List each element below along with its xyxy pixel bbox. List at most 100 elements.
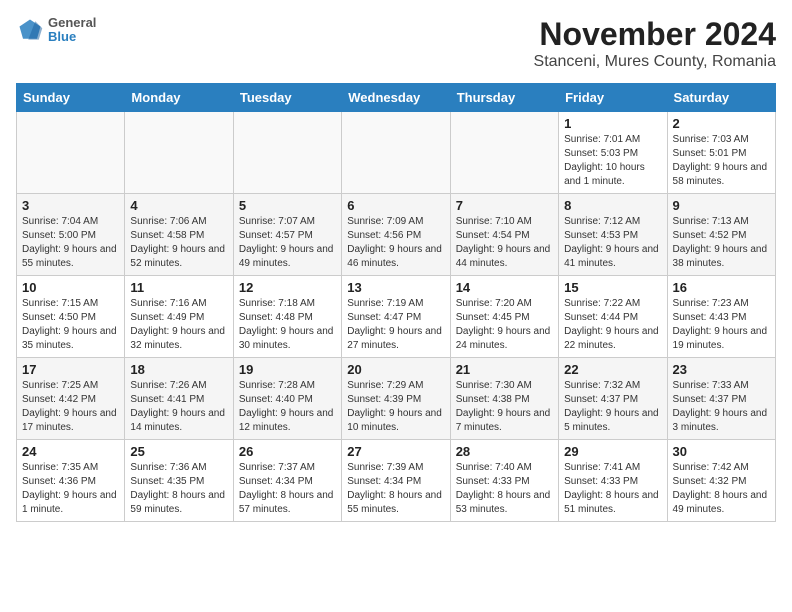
day-number: 18 [130,362,227,377]
day-info: Sunrise: 7:33 AM Sunset: 4:37 PM Dayligh… [673,379,770,435]
header: General Blue November 2024 Stanceni, Mur… [16,16,776,71]
day-number: 4 [130,198,227,213]
day-info: Sunrise: 7:23 AM Sunset: 4:43 PM Dayligh… [673,297,770,353]
day-number: 23 [673,362,770,377]
day-cell: 1 Sunrise: 7:01 AM Sunset: 5:03 PM Daylig… [559,112,667,194]
day-number: 5 [239,198,336,213]
header-saturday: Saturday [667,84,775,112]
calendar-title: November 2024 [534,16,776,53]
day-cell: 30 Sunrise: 7:42 AM Sunset: 4:32 PM Dayli… [667,440,775,522]
day-info: Sunrise: 7:03 AM Sunset: 5:01 PM Dayligh… [673,133,770,189]
day-number: 12 [239,280,336,295]
week-row-4: 17 Sunrise: 7:25 AM Sunset: 4:42 PM Dayli… [17,358,776,440]
day-number: 26 [239,444,336,459]
day-cell: 16 Sunrise: 7:23 AM Sunset: 4:43 PM Dayli… [667,276,775,358]
day-cell: 29 Sunrise: 7:41 AM Sunset: 4:33 PM Dayli… [559,440,667,522]
header-monday: Monday [125,84,233,112]
day-cell: 15 Sunrise: 7:22 AM Sunset: 4:44 PM Dayli… [559,276,667,358]
header-thursday: Thursday [450,84,558,112]
week-row-3: 10 Sunrise: 7:15 AM Sunset: 4:50 PM Dayli… [17,276,776,358]
logo-text2: Blue [48,30,96,44]
day-info: Sunrise: 7:15 AM Sunset: 4:50 PM Dayligh… [22,297,119,353]
day-number: 9 [673,198,770,213]
day-info: Sunrise: 7:16 AM Sunset: 4:49 PM Dayligh… [130,297,227,353]
day-number: 17 [22,362,119,377]
day-number: 1 [564,116,661,131]
day-cell: 12 Sunrise: 7:18 AM Sunset: 4:48 PM Dayli… [233,276,341,358]
day-number: 21 [456,362,553,377]
logo-text1: General [48,16,96,30]
day-cell: 6 Sunrise: 7:09 AM Sunset: 4:56 PM Daylig… [342,194,450,276]
day-cell: 24 Sunrise: 7:35 AM Sunset: 4:36 PM Dayli… [17,440,125,522]
calendar-subtitle: Stanceni, Mures County, Romania [534,53,776,71]
day-number: 22 [564,362,661,377]
logo-icon [16,16,44,44]
day-cell: 22 Sunrise: 7:32 AM Sunset: 4:37 PM Dayli… [559,358,667,440]
day-info: Sunrise: 7:32 AM Sunset: 4:37 PM Dayligh… [564,379,661,435]
day-info: Sunrise: 7:25 AM Sunset: 4:42 PM Dayligh… [22,379,119,435]
day-cell: 3 Sunrise: 7:04 AM Sunset: 5:00 PM Daylig… [17,194,125,276]
day-cell: 4 Sunrise: 7:06 AM Sunset: 4:58 PM Daylig… [125,194,233,276]
day-info: Sunrise: 7:18 AM Sunset: 4:48 PM Dayligh… [239,297,336,353]
day-number: 6 [347,198,444,213]
day-info: Sunrise: 7:20 AM Sunset: 4:45 PM Dayligh… [456,297,553,353]
day-cell: 8Sunrise: 7:12 AM Sunset: 4:53 PM Daylig… [559,194,667,276]
day-number: 24 [22,444,119,459]
day-cell: 19 Sunrise: 7:28 AM Sunset: 4:40 PM Dayli… [233,358,341,440]
day-number: 10 [22,280,119,295]
day-cell: 23 Sunrise: 7:33 AM Sunset: 4:37 PM Dayli… [667,358,775,440]
day-cell: 11Sunrise: 7:16 AM Sunset: 4:49 PM Dayli… [125,276,233,358]
day-info: Sunrise: 7:13 AM Sunset: 4:52 PM Dayligh… [673,215,770,271]
day-number: 25 [130,444,227,459]
day-info: Sunrise: 7:22 AM Sunset: 4:44 PM Dayligh… [564,297,661,353]
day-cell: 5Sunrise: 7:07 AM Sunset: 4:57 PM Daylig… [233,194,341,276]
day-info: Sunrise: 7:41 AM Sunset: 4:33 PM Dayligh… [564,461,661,517]
day-info: Sunrise: 7:06 AM Sunset: 4:58 PM Dayligh… [130,215,227,271]
day-cell: 20Sunrise: 7:29 AM Sunset: 4:39 PM Dayli… [342,358,450,440]
day-cell: 10 Sunrise: 7:15 AM Sunset: 4:50 PM Dayli… [17,276,125,358]
day-cell: 18 Sunrise: 7:26 AM Sunset: 4:41 PM Dayli… [125,358,233,440]
logo: General Blue [16,16,96,45]
week-row-2: 3 Sunrise: 7:04 AM Sunset: 5:00 PM Daylig… [17,194,776,276]
day-info: Sunrise: 7:39 AM Sunset: 4:34 PM Dayligh… [347,461,444,517]
day-info: Sunrise: 7:36 AM Sunset: 4:35 PM Dayligh… [130,461,227,517]
day-cell: 14 Sunrise: 7:20 AM Sunset: 4:45 PM Dayli… [450,276,558,358]
day-cell [342,112,450,194]
day-info: Sunrise: 7:10 AM Sunset: 4:54 PM Dayligh… [456,215,553,271]
day-info: Sunrise: 7:37 AM Sunset: 4:34 PM Dayligh… [239,461,336,517]
day-number: 14 [456,280,553,295]
day-info: Sunrise: 7:01 AM Sunset: 5:03 PM Dayligh… [564,133,661,189]
day-info: Sunrise: 7:26 AM Sunset: 4:41 PM Dayligh… [130,379,227,435]
day-info: Sunrise: 7:09 AM Sunset: 4:56 PM Dayligh… [347,215,444,271]
day-info: Sunrise: 7:30 AM Sunset: 4:38 PM Dayligh… [456,379,553,435]
day-info: Sunrise: 7:35 AM Sunset: 4:36 PM Dayligh… [22,461,119,517]
day-cell: 9 Sunrise: 7:13 AM Sunset: 4:52 PM Daylig… [667,194,775,276]
day-number: 28 [456,444,553,459]
day-number: 15 [564,280,661,295]
header-wednesday: Wednesday [342,84,450,112]
day-info: Sunrise: 7:42 AM Sunset: 4:32 PM Dayligh… [673,461,770,517]
day-info: Sunrise: 7:29 AM Sunset: 4:39 PM Dayligh… [347,379,444,435]
day-cell: 21 Sunrise: 7:30 AM Sunset: 4:38 PM Dayli… [450,358,558,440]
header-sunday: Sunday [17,84,125,112]
day-number: 30 [673,444,770,459]
day-number: 16 [673,280,770,295]
day-info: Sunrise: 7:40 AM Sunset: 4:33 PM Dayligh… [456,461,553,517]
day-number: 19 [239,362,336,377]
header-tuesday: Tuesday [233,84,341,112]
day-number: 27 [347,444,444,459]
day-cell: 28 Sunrise: 7:40 AM Sunset: 4:33 PM Dayli… [450,440,558,522]
day-number: 8 [564,198,661,213]
day-cell: 7 Sunrise: 7:10 AM Sunset: 4:54 PM Daylig… [450,194,558,276]
day-number: 29 [564,444,661,459]
day-cell: 26 Sunrise: 7:37 AM Sunset: 4:34 PM Dayli… [233,440,341,522]
day-number: 7 [456,198,553,213]
week-row-1: 1 Sunrise: 7:01 AM Sunset: 5:03 PM Daylig… [17,112,776,194]
day-cell: 27 Sunrise: 7:39 AM Sunset: 4:34 PM Dayli… [342,440,450,522]
day-cell: 13Sunrise: 7:19 AM Sunset: 4:47 PM Dayli… [342,276,450,358]
day-info: Sunrise: 7:04 AM Sunset: 5:00 PM Dayligh… [22,215,119,271]
day-info: Sunrise: 7:19 AM Sunset: 4:47 PM Dayligh… [347,297,444,353]
day-info: Sunrise: 7:28 AM Sunset: 4:40 PM Dayligh… [239,379,336,435]
day-number: 3 [22,198,119,213]
day-cell: 25 Sunrise: 7:36 AM Sunset: 4:35 PM Dayli… [125,440,233,522]
